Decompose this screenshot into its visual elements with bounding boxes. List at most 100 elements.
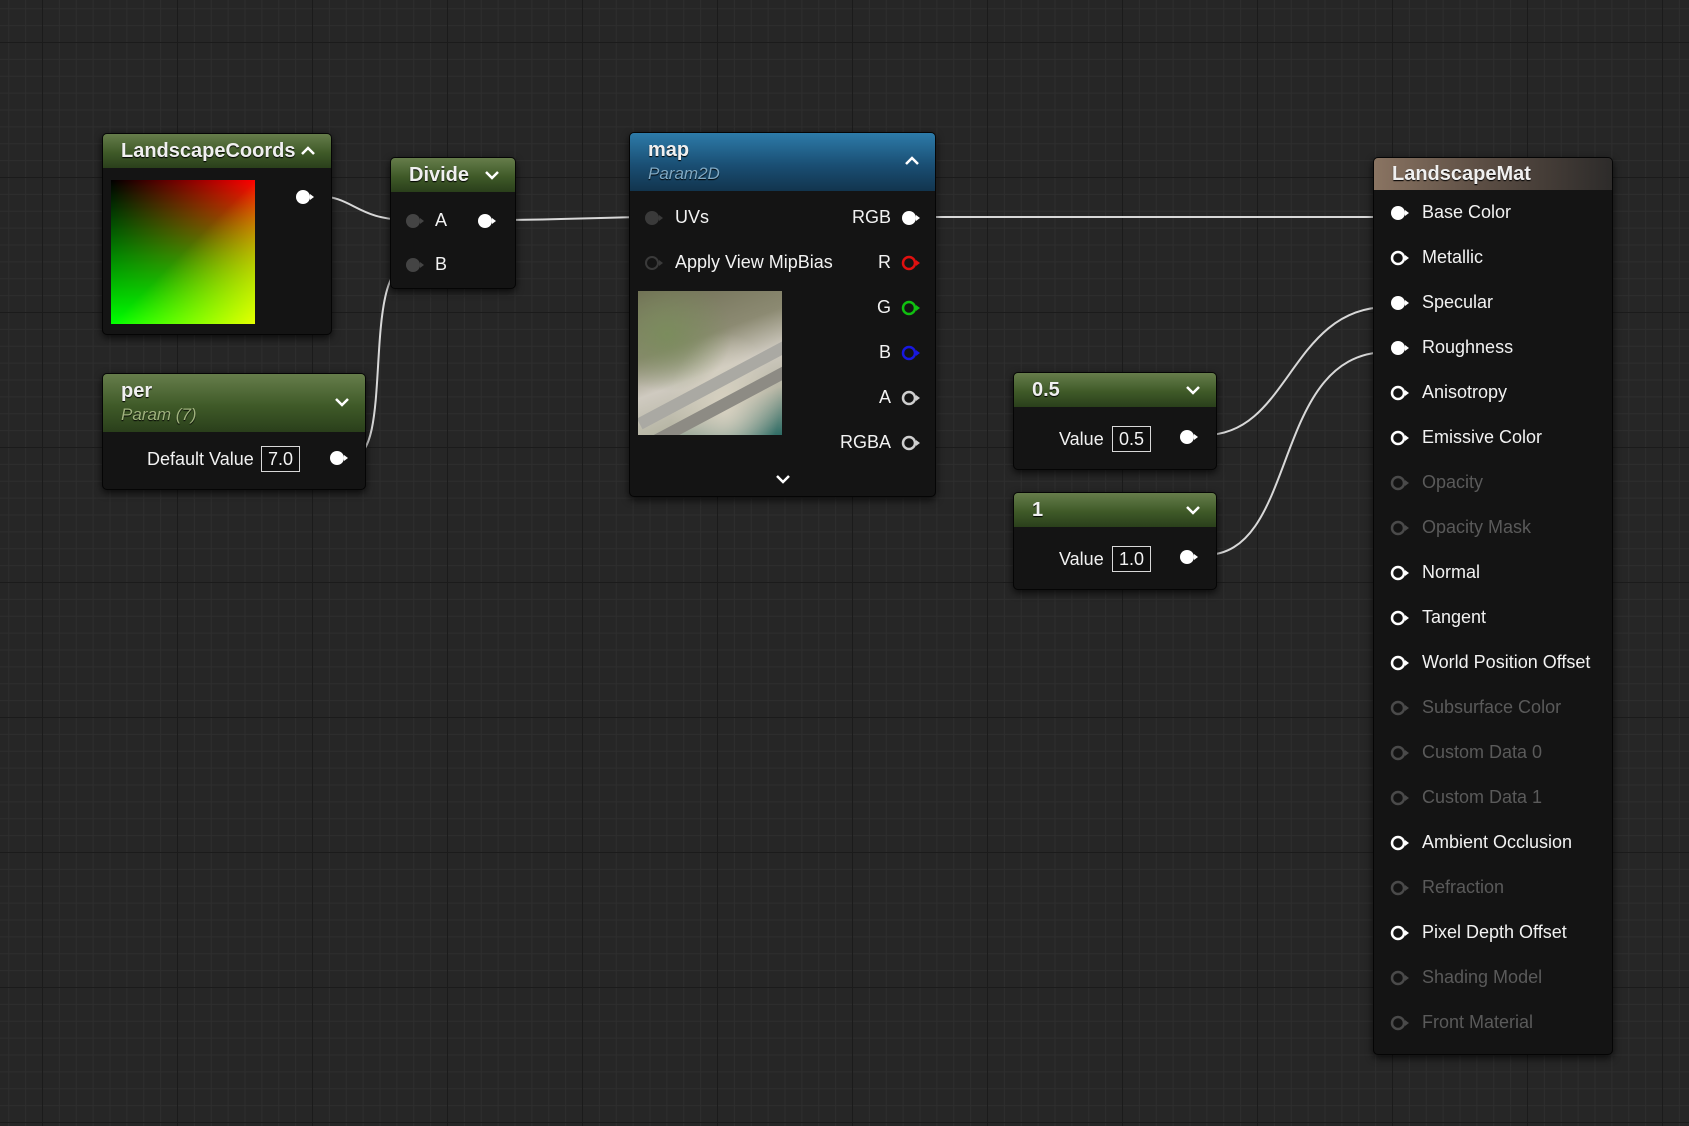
node-title: LandscapeMat (1392, 163, 1531, 185)
output-pin-rgb[interactable] (901, 210, 921, 226)
output-label-b: B (878, 342, 891, 362)
node-header[interactable]: Divide (391, 158, 515, 192)
divide-node[interactable]: Divide A B (390, 157, 516, 289)
material-input-pin[interactable] (1390, 880, 1410, 896)
material-input-label: Roughness (1422, 337, 1514, 357)
material-input-label: Normal (1422, 562, 1481, 582)
material-input-label: Anisotropy (1422, 382, 1508, 402)
output-pin-rgba[interactable] (901, 435, 921, 451)
material-input-label: Specular (1422, 292, 1494, 312)
chevron-up-icon[interactable] (901, 150, 923, 172)
output-label-r: R (878, 252, 891, 272)
node-subtitle: Param (7) (121, 405, 197, 424)
output-pin[interactable] (1179, 429, 1199, 445)
node-header[interactable]: 0.5 (1014, 373, 1216, 407)
node-title: map (648, 139, 690, 161)
output-pin[interactable] (1179, 549, 1199, 565)
value-label: Value (1059, 429, 1104, 449)
expand-chevron-icon[interactable] (772, 468, 794, 490)
material-input-pin[interactable] (1390, 610, 1410, 626)
material-input-pin[interactable] (1390, 565, 1410, 581)
chevron-down-icon[interactable] (481, 164, 503, 186)
node-header[interactable]: map Param2D (630, 133, 935, 191)
value-input[interactable]: 1.0 (1112, 546, 1152, 572)
input-pin-mipbias[interactable] (644, 255, 664, 271)
material-input-label: Front Material (1422, 1012, 1534, 1032)
output-pin-r[interactable] (901, 255, 921, 271)
output-label-rgba: RGBA (839, 432, 891, 452)
input-pin-b[interactable] (405, 257, 425, 273)
material-input-label: Subsurface Color (1422, 697, 1562, 717)
material-input-pin[interactable] (1390, 745, 1410, 761)
value-label: Value (1059, 549, 1104, 569)
output-pin[interactable] (477, 213, 497, 229)
default-value-input[interactable]: 7.0 (261, 446, 301, 472)
input-pin-uvs[interactable] (644, 210, 664, 226)
landscape-mat-result-node[interactable]: LandscapeMat Base Color Metallic Specular R… (1373, 157, 1613, 1055)
material-input-pin[interactable] (1390, 835, 1410, 851)
chevron-up-icon[interactable] (297, 140, 319, 162)
material-input-pin[interactable] (1390, 700, 1410, 716)
material-input-label: Ambient Occlusion (1422, 832, 1573, 852)
material-input-pin[interactable] (1390, 520, 1410, 536)
material-input-pin[interactable] (1390, 205, 1410, 221)
constant-05-node[interactable]: 0.5 Value 0.5 (1013, 372, 1217, 470)
material-input-label: Shading Model (1422, 967, 1543, 987)
texture-preview-thumbnail (638, 291, 782, 435)
material-input-pin[interactable] (1390, 340, 1410, 356)
node-title: per (121, 380, 153, 402)
material-input-pin[interactable] (1390, 970, 1410, 986)
material-input-pin[interactable] (1390, 250, 1410, 266)
input-label-b: B (435, 254, 448, 274)
node-header[interactable]: per Param (7) (103, 374, 365, 432)
material-input-pin[interactable] (1390, 925, 1410, 941)
wire-05-to-specular (1204, 306, 1389, 436)
preview-thumbnail (111, 180, 255, 324)
chevron-down-icon[interactable] (1182, 499, 1204, 521)
map-texture-param-node[interactable]: map Param2D UVs Apply View MipBias RGB R… (629, 132, 936, 497)
material-input-pin[interactable] (1390, 1015, 1410, 1031)
material-input-label: Refraction (1422, 877, 1505, 897)
material-input-label: Custom Data 0 (1422, 742, 1543, 762)
chevron-down-icon[interactable] (331, 391, 353, 413)
node-title: Divide (409, 164, 470, 186)
per-param-node[interactable]: per Param (7) Default Value 7.0 (102, 373, 366, 490)
material-input-pin[interactable] (1390, 655, 1410, 671)
node-header[interactable]: 1 (1014, 493, 1216, 527)
node-header[interactable]: LandscapeCoords (103, 134, 331, 168)
material-input-label: Metallic (1422, 247, 1484, 267)
landscape-coords-node[interactable]: LandscapeCoords (102, 133, 332, 335)
output-pin[interactable] (295, 189, 315, 205)
output-label-a: A (878, 387, 891, 407)
output-pin-g[interactable] (901, 300, 921, 316)
node-title: 0.5 (1032, 379, 1060, 401)
input-label-a: A (435, 210, 448, 230)
node-header[interactable]: LandscapeMat (1374, 158, 1612, 190)
material-input-label: World Position Offset (1422, 652, 1591, 672)
material-input-label: Emissive Color (1422, 427, 1543, 447)
wire-divide-to-map-uvs (497, 216, 645, 221)
node-title: 1 (1032, 499, 1044, 521)
input-pin-a[interactable] (405, 213, 425, 229)
material-input-pin[interactable] (1390, 385, 1410, 401)
output-label-g: G (876, 297, 891, 317)
material-input-label: Custom Data 1 (1422, 787, 1543, 807)
material-input-pin[interactable] (1390, 475, 1410, 491)
default-value-label: Default Value (147, 449, 254, 469)
material-input-label: Tangent (1422, 607, 1487, 627)
node-title: LandscapeCoords (121, 140, 296, 162)
material-input-pin[interactable] (1390, 430, 1410, 446)
material-input-label: Opacity Mask (1422, 517, 1532, 537)
node-subtitle: Param2D (648, 164, 720, 183)
material-input-label: Opacity (1422, 472, 1484, 492)
output-pin-a[interactable] (901, 390, 921, 406)
output-pin[interactable] (329, 450, 349, 466)
output-pin-b[interactable] (901, 345, 921, 361)
wire-1-to-roughness (1204, 351, 1389, 556)
chevron-down-icon[interactable] (1182, 379, 1204, 401)
constant-1-node[interactable]: 1 Value 1.0 (1013, 492, 1217, 590)
material-input-pin[interactable] (1390, 295, 1410, 311)
material-input-label: Base Color (1422, 202, 1512, 222)
value-input[interactable]: 0.5 (1112, 426, 1152, 452)
material-input-pin[interactable] (1390, 790, 1410, 806)
